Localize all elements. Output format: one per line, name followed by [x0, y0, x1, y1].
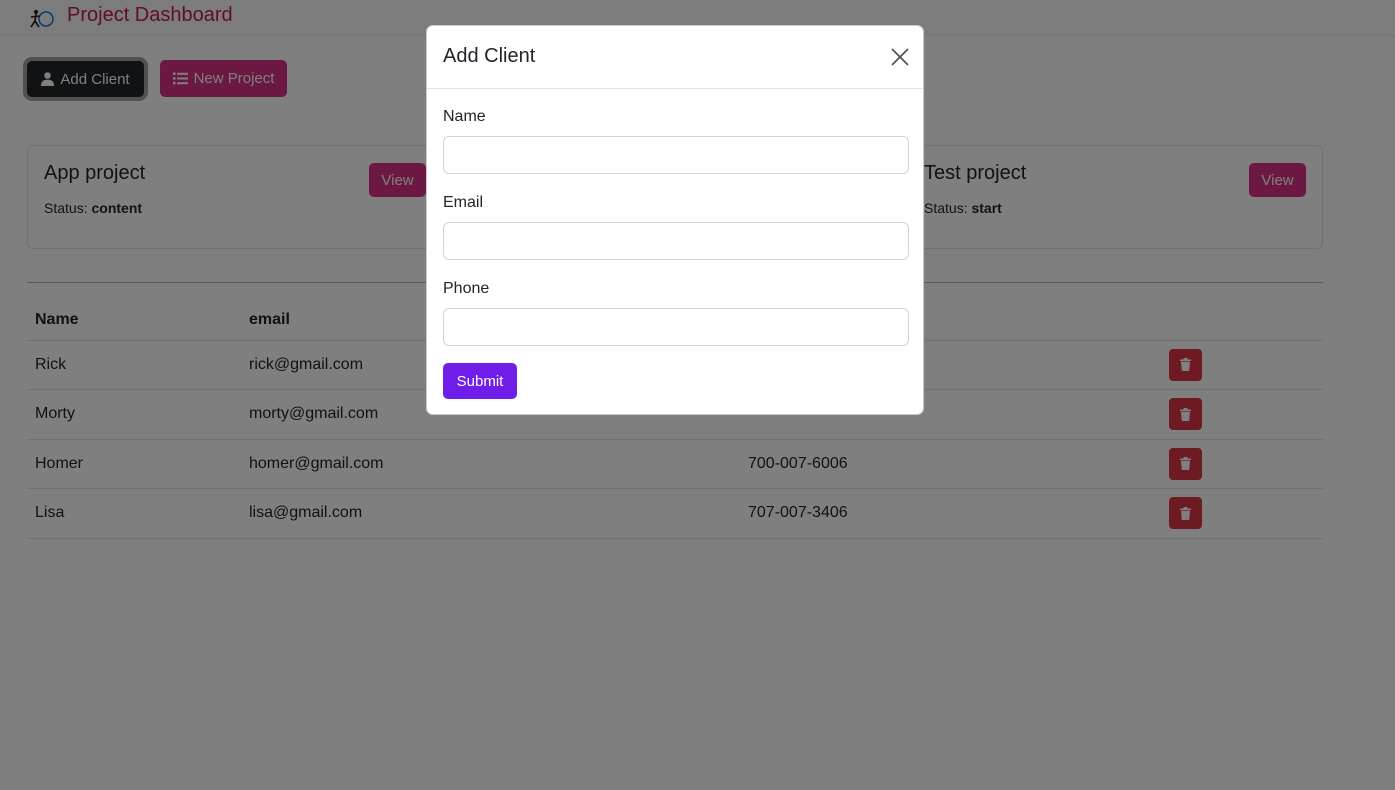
- phone-label: Phone: [443, 280, 490, 297]
- close-icon[interactable]: [891, 48, 909, 66]
- name-label: Name: [443, 108, 486, 125]
- name-field[interactable]: [443, 136, 909, 174]
- phone-field[interactable]: [443, 308, 909, 346]
- email-label: Email: [443, 194, 484, 211]
- modal-header: Add Client: [427, 26, 923, 89]
- add-client-modal: Add Client Name Email Phone Submit: [426, 25, 924, 415]
- modal-title: Add Client: [443, 45, 536, 67]
- email-field[interactable]: [443, 222, 909, 260]
- submit-button[interactable]: Submit: [443, 363, 517, 399]
